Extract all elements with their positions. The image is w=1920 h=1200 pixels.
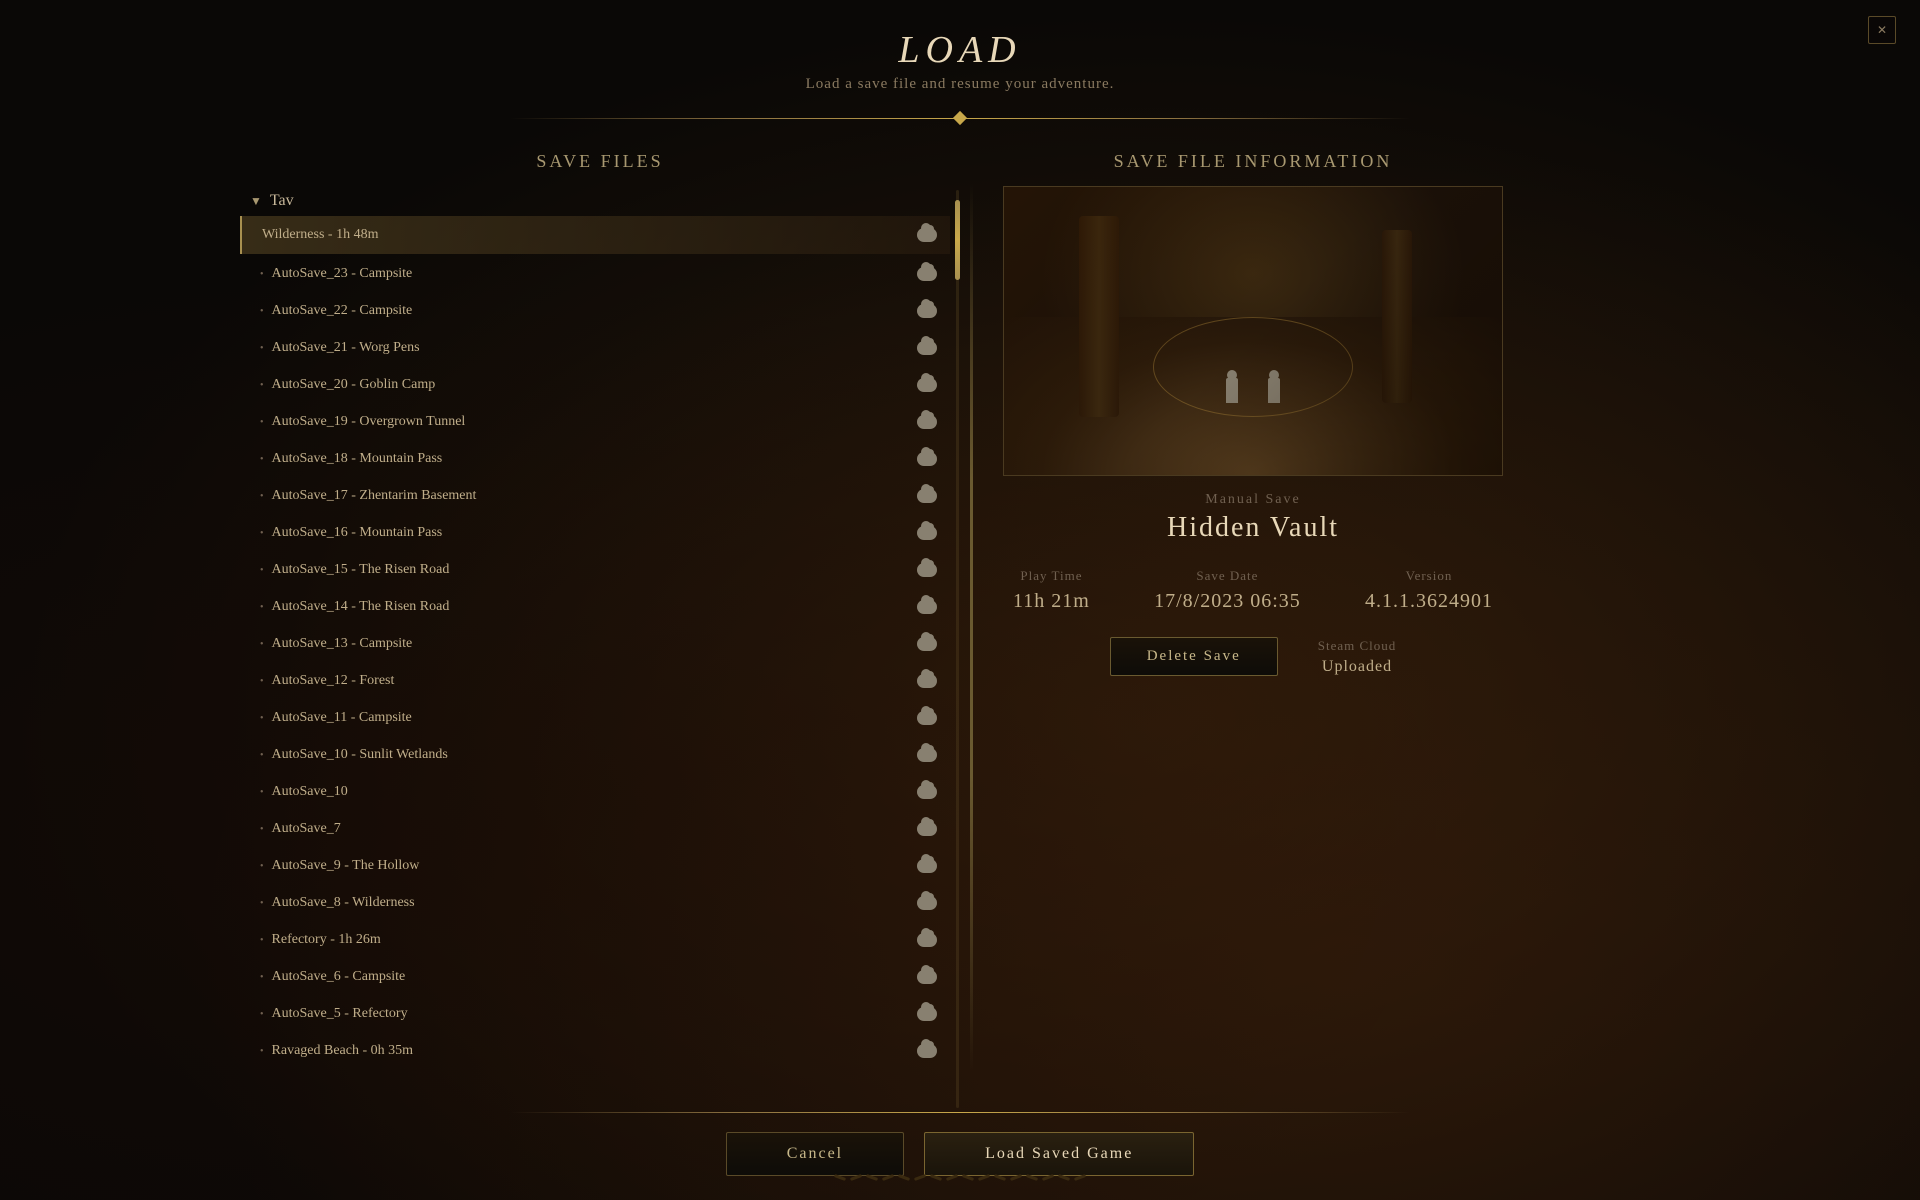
list-item[interactable]: •AutoSave_7 — [240, 811, 950, 847]
save-item-selected[interactable]: Wilderness - 1h 48m — [240, 216, 950, 254]
scrollbar[interactable] — [954, 186, 960, 1112]
panel-separator — [970, 183, 973, 1072]
save-list[interactable]: ▼ Tav Wilderness - 1h 48m •AutoSave_23 -… — [240, 186, 960, 1112]
scrollbar-track — [956, 190, 959, 1108]
cloud-icon — [916, 855, 938, 877]
group-name: Tav — [270, 192, 294, 210]
cloud-icon — [916, 670, 938, 692]
scrollbar-thumb[interactable] — [955, 200, 960, 280]
save-date-value: 17/8/2023 06:35 — [1154, 590, 1301, 613]
cloud-icon — [916, 300, 938, 322]
main-content: Save Files ▼ Tav Wilderness - 1h 48m — [240, 143, 1680, 1112]
cloud-icon — [916, 596, 938, 618]
cloud-status-label: Steam Cloud — [1318, 638, 1397, 654]
list-item[interactable]: •AutoSave_21 - Worg Pens — [240, 330, 950, 366]
stats-row: Play Time 11h 21m Save Date 17/8/2023 06… — [1003, 568, 1503, 613]
play-time-stat: Play Time 11h 21m — [1013, 568, 1090, 613]
save-screenshot — [1003, 186, 1503, 476]
save-type-label: Manual Save — [1205, 492, 1300, 508]
list-item[interactable]: •AutoSave_17 - Zhentarim Basement — [240, 478, 950, 514]
cloud-icon — [916, 818, 938, 840]
list-item[interactable]: •AutoSave_5 - Refectory — [240, 996, 950, 1032]
play-time-label: Play Time — [1020, 568, 1082, 584]
save-list-container: ▼ Tav Wilderness - 1h 48m •AutoSave_23 -… — [240, 186, 960, 1112]
cloud-icon — [916, 744, 938, 766]
cloud-icon — [916, 781, 938, 803]
chevron-down-icon: ▼ — [250, 194, 262, 209]
list-item[interactable]: •AutoSave_19 - Overgrown Tunnel — [240, 404, 950, 440]
list-item[interactable]: •AutoSave_10 — [240, 774, 950, 810]
cloud-icon — [916, 1040, 938, 1062]
list-item[interactable]: •AutoSave_13 - Campsite — [240, 626, 950, 662]
list-item[interactable]: •AutoSave_14 - The Risen Road — [240, 589, 950, 625]
cloud-status: Steam Cloud Uploaded — [1318, 638, 1397, 676]
list-item[interactable]: •AutoSave_11 - Campsite — [240, 700, 950, 736]
list-item[interactable]: •Ravaged Beach - 0h 35m — [240, 1033, 950, 1069]
cloud-icon — [916, 892, 938, 914]
version-value: 4.1.1.3624901 — [1365, 590, 1493, 613]
version-stat: Version 4.1.1.3624901 — [1365, 568, 1493, 613]
cloud-icon — [916, 559, 938, 581]
list-item[interactable]: •AutoSave_15 - The Risen Road — [240, 552, 950, 588]
cloud-icon — [916, 263, 938, 285]
list-item[interactable]: •AutoSave_9 - The Hollow — [240, 848, 950, 884]
bottom-ornament — [710, 1162, 1210, 1192]
cloud-icon — [916, 633, 938, 655]
list-item[interactable]: •AutoSave_8 - Wilderness — [240, 885, 950, 921]
save-name-label: Hidden Vault — [1167, 512, 1339, 544]
bottom-divider — [510, 1112, 1410, 1113]
page-title: Load — [806, 28, 1115, 72]
delete-button-container: Delete Save Steam Cloud Uploaded — [1003, 637, 1503, 676]
list-item[interactable]: •AutoSave_18 - Mountain Pass — [240, 441, 950, 477]
window-controls: ✕ — [1868, 16, 1896, 44]
version-label: Version — [1406, 568, 1453, 584]
cloud-icon — [916, 337, 938, 359]
save-date-stat: Save Date 17/8/2023 06:35 — [1154, 568, 1301, 613]
cloud-icon — [916, 966, 938, 988]
cloud-icon — [916, 411, 938, 433]
page-subtitle: Load a save file and resume your adventu… — [806, 76, 1115, 93]
list-item[interactable]: •AutoSave_12 - Forest — [240, 663, 950, 699]
save-item-name: Wilderness - 1h 48m — [262, 227, 378, 243]
save-date-label: Save Date — [1196, 568, 1258, 584]
cloud-icon — [916, 485, 938, 507]
delete-save-button[interactable]: Delete Save — [1110, 637, 1278, 676]
close-button[interactable]: ✕ — [1868, 16, 1896, 44]
cloud-icon — [916, 929, 938, 951]
save-files-panel: Save Files ▼ Tav Wilderness - 1h 48m — [240, 143, 960, 1112]
play-time-value: 11h 21m — [1013, 590, 1090, 613]
save-info-panel: Save File Information Manual Save Hidden… — [983, 143, 1503, 1112]
save-info-title: Save File Information — [1003, 143, 1503, 186]
group-header-tav[interactable]: ▼ Tav — [240, 186, 950, 216]
header-divider — [510, 109, 1410, 127]
cloud-icon — [916, 707, 938, 729]
list-item[interactable]: •AutoSave_10 - Sunlit Wetlands — [240, 737, 950, 773]
cloud-sync-icon — [916, 224, 938, 246]
cloud-icon — [916, 1003, 938, 1025]
cloud-status-value: Uploaded — [1322, 658, 1392, 676]
header: Load Load a save file and resume your ad… — [806, 0, 1115, 103]
cloud-icon — [916, 374, 938, 396]
list-item[interactable]: •AutoSave_20 - Goblin Camp — [240, 367, 950, 403]
cloud-icon — [916, 522, 938, 544]
save-files-title: Save Files — [240, 143, 960, 186]
cloud-icon — [916, 448, 938, 470]
list-item[interactable]: •Refectory - 1h 26m — [240, 922, 950, 958]
list-item[interactable]: •AutoSave_23 - Campsite — [240, 256, 950, 292]
list-item[interactable]: •AutoSave_6 - Campsite — [240, 959, 950, 995]
list-item[interactable]: •AutoSave_16 - Mountain Pass — [240, 515, 950, 551]
list-item[interactable]: •AutoSave_22 - Campsite — [240, 293, 950, 329]
